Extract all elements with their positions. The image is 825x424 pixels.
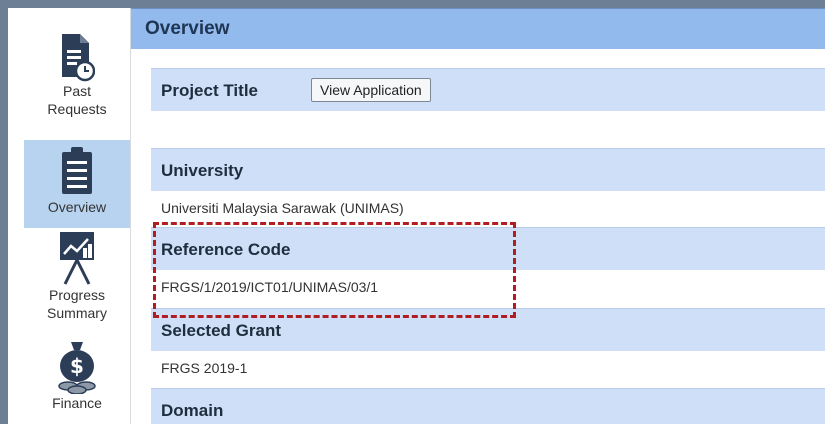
sidebar-item-label: Summary	[47, 305, 107, 321]
sidebar: Past Requests Overview Progress Summary …	[8, 8, 131, 424]
sidebar-item-label: Requests	[47, 101, 107, 117]
sidebar-item-finance[interactable]: $ Finance	[24, 338, 130, 424]
sidebar-item-label: Overview	[47, 199, 107, 215]
domain-label: Domain	[161, 401, 224, 420]
reference-code-label: Reference Code	[161, 240, 291, 259]
view-application-button[interactable]: View Application	[311, 78, 431, 102]
selected-grant-row: Selected Grant	[151, 308, 825, 351]
reference-code-value-row: FRGS/1/2019/ICT01/UNIMAS/03/1	[151, 270, 825, 304]
project-title-row: Project Title View Application	[151, 68, 825, 111]
clipboard-icon	[62, 147, 92, 194]
university-value: Universiti Malaysia Sarawak (UNIMAS)	[161, 200, 404, 216]
sidebar-item-label: Past	[62, 83, 91, 99]
document-clock-icon	[62, 34, 95, 82]
app-window: Past Requests Overview Progress Summary …	[8, 8, 825, 424]
reference-code-row: Reference Code	[151, 227, 825, 270]
selected-grant-label: Selected Grant	[161, 321, 281, 340]
project-title-label: Project Title	[161, 81, 258, 100]
main-panel: Overview Project Title View Application …	[131, 8, 825, 424]
chart-board-icon	[60, 232, 94, 285]
overview-content: Project Title View Application Universit…	[151, 48, 825, 424]
reference-code-value: FRGS/1/2019/ICT01/UNIMAS/03/1	[161, 279, 379, 295]
university-value-row: Universiti Malaysia Sarawak (UNIMAS)	[151, 191, 825, 225]
svg-text:$: $	[70, 354, 84, 378]
selected-grant-value: FRGS 2019-1	[161, 360, 248, 376]
overview-header: Overview	[131, 8, 825, 49]
page-title: Overview	[145, 18, 230, 39]
sidebar-item-overview[interactable]: Overview	[24, 140, 130, 228]
sidebar-item-label: Finance	[52, 395, 102, 411]
sidebar-item-label: Progress	[48, 287, 106, 303]
university-row: University	[151, 148, 825, 191]
domain-row: Domain	[151, 388, 825, 424]
sidebar-item-past-requests[interactable]: Past Requests	[24, 32, 130, 138]
money-bag-icon: $	[58, 342, 96, 394]
university-label: University	[161, 161, 244, 180]
project-title-value-row	[151, 111, 825, 145]
sidebar-item-progress-summary[interactable]: Progress Summary	[24, 230, 130, 334]
selected-grant-value-row: FRGS 2019-1	[151, 351, 825, 385]
